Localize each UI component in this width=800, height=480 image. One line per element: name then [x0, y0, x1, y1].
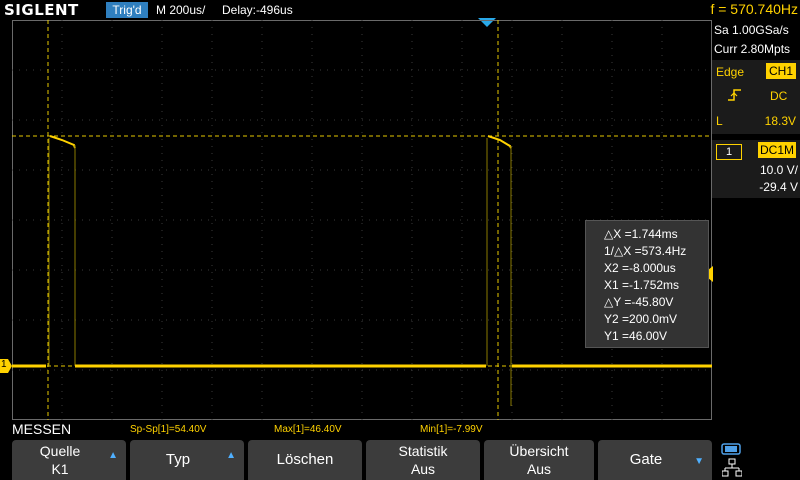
- arrow-down-icon: ▼: [694, 456, 704, 467]
- cursor-y2: Y2 =200.0mV: [604, 312, 678, 326]
- trigger-coupling: DC: [770, 89, 788, 103]
- measure-peak-to-peak: Sp-Sp[1]=54.40V: [130, 424, 207, 435]
- arrow-up-icon: ▲: [226, 450, 236, 461]
- trigger-source-badge: CH1: [766, 63, 796, 79]
- cursor-y1: Y1 =46.00V: [604, 329, 668, 343]
- loeschen-label: Löschen: [276, 451, 334, 468]
- channel-number: 1: [716, 144, 742, 160]
- quelle-button[interactable]: Quelle K1 ▲: [12, 440, 126, 480]
- trigger-type: Edge: [716, 65, 745, 79]
- trigger-level-value: 18.3V: [764, 114, 796, 128]
- channel-scale: 10.0 V/: [759, 163, 798, 177]
- gate-button[interactable]: Gate ▼: [598, 440, 712, 480]
- uebersicht-button[interactable]: Übersicht Aus: [484, 440, 594, 480]
- measure-min: Min[1]=-7.99V: [420, 424, 483, 435]
- statistik-value: Aus: [410, 461, 436, 477]
- statistik-button[interactable]: Statistik Aus: [366, 440, 480, 480]
- quelle-value: K1: [51, 461, 69, 477]
- trigger-level-label: L: [716, 114, 723, 128]
- cursor-delta-x: △X =1.744ms: [604, 227, 678, 241]
- uebersicht-value: Aus: [526, 461, 552, 477]
- cursor-x1: X1 =-1.752ms: [604, 278, 680, 292]
- cursor-readout-panel: △X =1.744ms 1/△X =573.4Hz X2 =-8.000us X…: [585, 220, 709, 348]
- battery-icon: [721, 443, 741, 455]
- statistik-label: Statistik: [398, 443, 448, 459]
- network-icon: [722, 458, 742, 477]
- arrow-up-icon: ▲: [108, 450, 118, 461]
- typ-button[interactable]: Typ ▲: [130, 440, 244, 480]
- gate-label: Gate: [629, 451, 663, 468]
- timebase-readout[interactable]: M 200us/: [156, 3, 205, 17]
- typ-label: Typ: [165, 451, 191, 468]
- cursor-delta-y: △Y =-45.80V: [604, 295, 674, 309]
- channel-marker-label: 1: [1, 359, 7, 370]
- loeschen-button[interactable]: Löschen: [248, 440, 362, 480]
- channel-coupling-badge: DC1M: [758, 142, 796, 158]
- delay-readout[interactable]: Delay:-496us: [222, 3, 293, 17]
- cursor-inverse-delta-x: 1/△X =573.4Hz: [604, 244, 687, 258]
- trigger-status-badge: Trig'd: [106, 2, 148, 18]
- sample-rate: Sa 1.00GSa/s: [714, 23, 789, 37]
- brand-logo: SIGLENT: [4, 1, 79, 19]
- menu-title: MESSEN: [12, 421, 72, 437]
- memory-depth: Curr 2.80Mpts: [714, 42, 791, 56]
- frequency-readout: f = 570.740Hz: [710, 1, 798, 17]
- rising-edge-icon: [728, 89, 741, 101]
- channel-offset: -29.4 V: [759, 180, 798, 194]
- measure-max: Max[1]=46.40V: [274, 424, 342, 435]
- quelle-label: Quelle: [39, 443, 81, 459]
- cursor-x2: X2 =-8.000us: [604, 261, 676, 275]
- uebersicht-label: Übersicht: [509, 443, 569, 459]
